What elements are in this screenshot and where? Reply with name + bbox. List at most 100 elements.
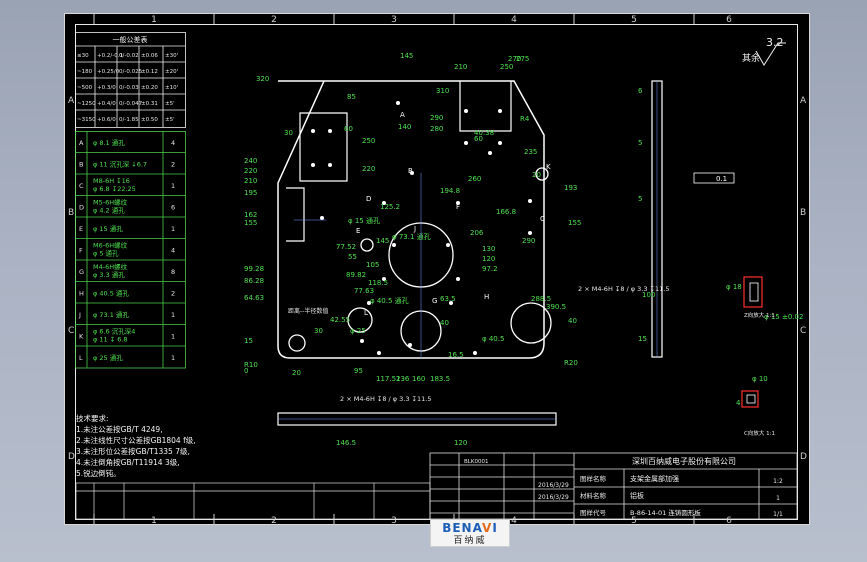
dimension-label: 4 bbox=[736, 399, 741, 407]
hole-table: Aφ 8.1 通孔 4 B φ 11 沉孔深 ↓6.7 2 C M8-6H ↧16φ 6.8… bbox=[75, 131, 186, 369]
dimension-label: 210 bbox=[244, 177, 257, 185]
hole-label: C bbox=[79, 182, 84, 190]
dimension-label: φ 40.5 bbox=[482, 335, 504, 343]
dimension-label: 145 bbox=[376, 237, 389, 245]
dimension-label: 155 bbox=[568, 219, 581, 227]
hole-callout-letter: L bbox=[364, 309, 368, 317]
tolerance-cell: ±30' bbox=[165, 53, 178, 59]
grid-row-label: D bbox=[800, 452, 807, 462]
small-hole bbox=[464, 141, 468, 145]
hole-spec: φ 73.1 通孔 bbox=[93, 310, 129, 319]
dimension-label: 64.63 bbox=[244, 294, 264, 302]
tolerance-cell: ~500 bbox=[77, 85, 93, 91]
dimension-label: R20 bbox=[564, 359, 578, 367]
company-name: 深圳百纳威电子股份有限公司 bbox=[632, 456, 736, 466]
hole-spec: φ 5 通孔 bbox=[93, 249, 119, 258]
small-hole bbox=[311, 129, 315, 133]
dimension-label: φ 10 bbox=[752, 375, 768, 383]
hole-spec: φ 25 通孔 bbox=[93, 353, 123, 362]
dimension-label: φ 18 bbox=[726, 283, 742, 291]
grid-col-label: 1 bbox=[151, 516, 157, 525]
dimension-label: 63.5 bbox=[440, 295, 456, 303]
dimension-label: 310 bbox=[436, 87, 449, 95]
tolerance-cell: ~180 bbox=[77, 69, 93, 75]
dimension-label: 130 bbox=[482, 245, 495, 253]
small-hole bbox=[311, 163, 315, 167]
tech-note-line: 5.锐边倒钝。 bbox=[76, 468, 121, 478]
dimension-label: 140 bbox=[398, 123, 411, 131]
grid-row-label: A bbox=[800, 96, 807, 106]
technical-notes: 技术要求: 1.未注公差按GB/T 4249, 2.未注线性尺寸公差按GB180… bbox=[76, 413, 196, 478]
tech-notes-title: 技术要求: bbox=[76, 413, 109, 423]
tolerance-cell: 0/-0.02 bbox=[119, 53, 139, 59]
small-hole bbox=[360, 339, 364, 343]
tolerance-cell: ±0.20 bbox=[141, 85, 158, 91]
small-hole bbox=[392, 243, 396, 247]
hole-label: J bbox=[78, 311, 81, 319]
hole-spec: φ 40.5 通孔 bbox=[93, 289, 129, 298]
surface-finish-symbol: 其余 3.2 bbox=[742, 36, 786, 66]
detail-views: φ 18φ 15 ±0.02φ 104Z向放大 1:1C向放大 1:1 bbox=[726, 276, 803, 437]
hole-count: 2 bbox=[171, 290, 175, 298]
grid-col-label: 1 bbox=[151, 15, 157, 25]
designer-code: BLK0001 bbox=[464, 459, 488, 465]
hole-label: F bbox=[79, 247, 83, 255]
small-hole bbox=[377, 351, 381, 355]
dimension-label: 120 bbox=[454, 439, 467, 447]
bore-h-right bbox=[510, 302, 552, 344]
label-drawing-name: 图样名称 bbox=[580, 474, 607, 483]
tolerance-cell: ±10' bbox=[165, 85, 178, 91]
dimension-label: 20 bbox=[532, 171, 541, 179]
dimension-label: 120 bbox=[482, 255, 495, 263]
hole-count: 6 bbox=[171, 204, 175, 212]
dimension-label: 160 bbox=[412, 375, 425, 383]
tolerance-cell: ±5' bbox=[165, 101, 175, 107]
tolerance-cell: ±0.31 bbox=[141, 101, 158, 107]
grid-col-label: 6 bbox=[726, 15, 732, 25]
dimension-label: 290 bbox=[430, 114, 443, 122]
tolerance-cell: ±0.12 bbox=[141, 69, 158, 75]
dimension-label: 125.2 bbox=[380, 203, 400, 211]
hole-count: 1 bbox=[171, 311, 175, 319]
grid-row-label: A bbox=[68, 96, 75, 106]
dimension-label: 77.63 bbox=[354, 287, 374, 295]
dimension-label: 183.5 bbox=[430, 375, 450, 383]
small-hole bbox=[473, 351, 477, 355]
tolerance-cell: 0/-1.85 bbox=[119, 117, 139, 123]
dimension-label: 235 bbox=[524, 148, 537, 156]
dimension-label: 97.2 bbox=[482, 265, 498, 273]
dimension-label: 95 bbox=[354, 367, 363, 375]
bottom-view-callout: 2 × M4-6H ↧8 / φ 3.3 ↧11.5 bbox=[340, 395, 431, 403]
hole-callout-letter: G bbox=[432, 297, 437, 305]
dimension-label: 30 bbox=[314, 327, 323, 335]
hole-count: 1 bbox=[171, 182, 175, 190]
dimension-label: 206 bbox=[470, 229, 484, 237]
hole-spec: M8-6H ↧16 bbox=[93, 177, 130, 185]
hole-callout-letter: E bbox=[356, 227, 360, 235]
hole-callout-letter: D bbox=[366, 195, 371, 203]
hole-callout-letter: J bbox=[413, 225, 416, 233]
dimension-label: 136 bbox=[396, 375, 410, 383]
hole-count: 2 bbox=[171, 161, 175, 169]
material-value: 铝板 bbox=[630, 491, 644, 500]
small-hole bbox=[498, 141, 502, 145]
grid-col-label: 2 bbox=[271, 15, 277, 25]
dimension-label: 155 bbox=[244, 219, 257, 227]
hole-e bbox=[360, 238, 374, 252]
small-hole bbox=[396, 101, 400, 105]
pocket-top bbox=[459, 81, 512, 132]
grid-col-label: 2 bbox=[271, 516, 277, 525]
dimension-label: 15 bbox=[638, 335, 647, 343]
dimension-label: 146.5 bbox=[336, 439, 356, 447]
tolerance-cell: ~3150 bbox=[77, 117, 96, 123]
hole-callout-letter: F bbox=[456, 203, 460, 211]
dimension-label: 193 bbox=[564, 184, 577, 192]
title-block: 深圳百纳威电子股份有限公司 图样名称 支架金属部加强 材料名称 铝板 图样代号 … bbox=[429, 452, 798, 520]
grid-row-label: D bbox=[68, 452, 75, 462]
tech-note-line: 2.未注线性尺寸公差按GB1804 f级, bbox=[76, 435, 196, 445]
hole-count: 8 bbox=[171, 268, 175, 276]
small-hole bbox=[328, 163, 332, 167]
date-approved: 2016/3/29 bbox=[538, 494, 569, 501]
small-hole bbox=[498, 109, 502, 113]
dimension-label: φ 73.1 通孔 bbox=[392, 232, 431, 241]
